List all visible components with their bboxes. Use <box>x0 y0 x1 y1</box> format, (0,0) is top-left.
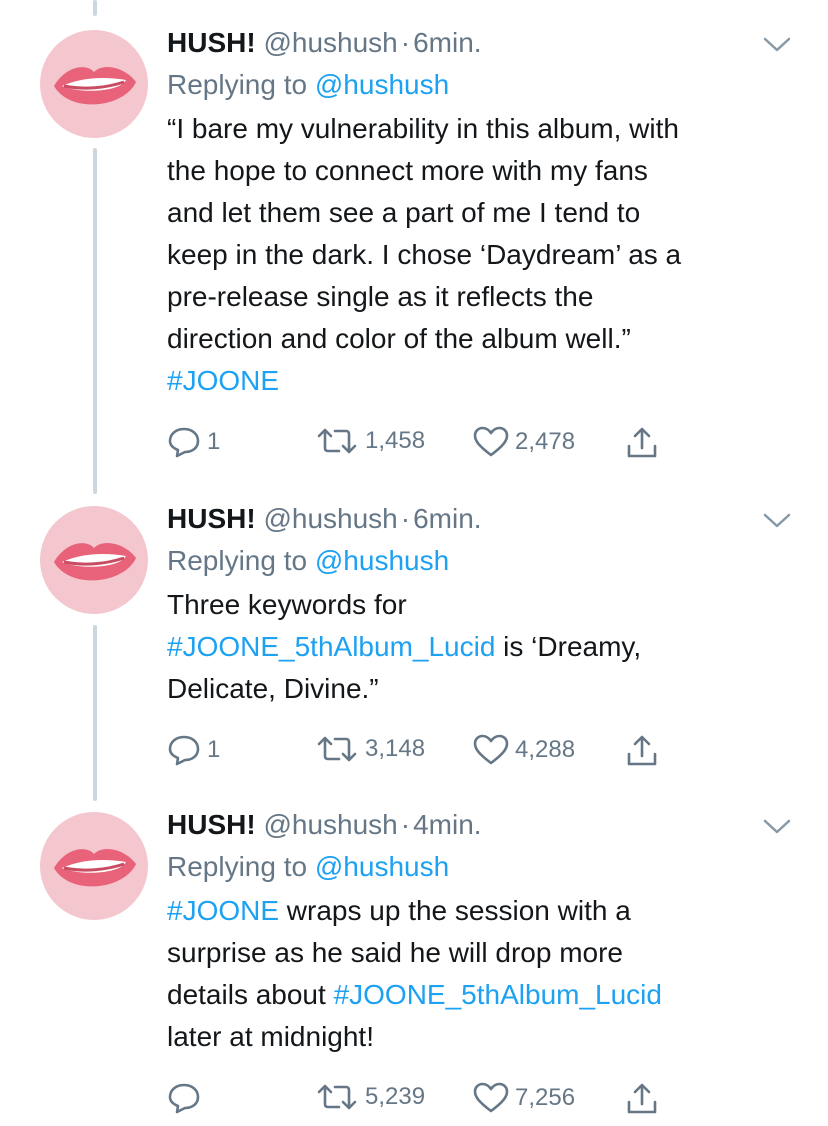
like-count: 4,288 <box>515 736 576 763</box>
tweet-text: #JOONE wraps up the session with a surpr… <box>167 890 787 1058</box>
replying-to: Replying to @hushush <box>167 850 787 884</box>
reply-icon <box>168 427 200 458</box>
hashtag-link[interactable]: #JOONE_5thAlbum_Lucid <box>167 631 495 662</box>
reply-mention-link[interactable]: @hushush <box>315 69 449 100</box>
avatar[interactable] <box>40 812 148 920</box>
separator-dot: · <box>400 27 411 58</box>
reply-button[interactable]: 1 <box>167 426 220 458</box>
lips-avatar-icon <box>40 812 148 920</box>
tweet-text: Three keywords for #JOONE_5thAlbum_Lucid… <box>167 584 787 710</box>
lips-avatar-icon <box>40 506 148 614</box>
tweet-text-line: keep in the dark. I chose ‘Daydream’ as … <box>167 239 682 270</box>
chevron-down-icon[interactable] <box>762 818 792 836</box>
reply-mention-link[interactable]: @hushush <box>315 545 449 576</box>
like-count: 2,478 <box>515 428 576 455</box>
thread-line <box>93 0 97 16</box>
tweet-text-line: direction and color of the album well.” <box>167 323 631 354</box>
tweet-text-line: later at midnight! <box>167 1021 374 1052</box>
share-icon <box>627 427 657 458</box>
tweet[interactable]: HUSH! @hushush · 6min. Replying to @hushus… <box>0 26 828 486</box>
tweet-actions: 1 3,148 4,288 <box>167 734 687 768</box>
author-name[interactable]: HUSH! <box>167 27 256 58</box>
heart-icon <box>473 1082 509 1113</box>
retweet-count: 3,148 <box>365 735 426 762</box>
like-button[interactable]: 2,478 <box>473 426 575 458</box>
lips-avatar-icon <box>40 30 148 138</box>
author-handle[interactable]: @hushush <box>263 503 397 534</box>
tweet-header: HUSH! @hushush · 4min. <box>167 808 787 842</box>
retweet-button[interactable]: 3,148 <box>315 734 425 764</box>
tweet-text-fragment: is ‘Dreamy, <box>495 631 642 662</box>
retweet-button[interactable]: 5,239 <box>315 1082 425 1112</box>
tweet-text: “I bare my vulnerability in this album, … <box>167 108 787 402</box>
like-button[interactable]: 4,288 <box>473 734 575 766</box>
tweet-time[interactable]: 4min. <box>413 809 481 840</box>
tweet[interactable]: HUSH! @hushush · 6min. Replying to @hushus… <box>0 502 828 792</box>
separator-dot: · <box>400 503 411 534</box>
hashtag-link[interactable]: #JOONE_5thAlbum_Lucid <box>334 979 662 1010</box>
reply-button[interactable] <box>167 1082 201 1114</box>
tweet-text-fragment: details about <box>167 979 334 1010</box>
tweet-text-line: surprise as he said he will drop more <box>167 937 623 968</box>
tweet-actions: 1 1,458 2,478 <box>167 426 687 460</box>
reply-count: 1 <box>207 428 221 455</box>
heart-icon <box>473 426 509 457</box>
author-handle[interactable]: @hushush <box>263 27 397 58</box>
tweet-time[interactable]: 6min. <box>413 27 481 58</box>
share-button[interactable] <box>625 426 659 460</box>
tweet-header: HUSH! @hushush · 6min. <box>167 502 787 536</box>
retweet-count: 1,458 <box>365 427 426 454</box>
share-button[interactable] <box>625 734 659 768</box>
hashtag-link[interactable]: #JOONE <box>167 365 279 396</box>
retweet-icon <box>317 428 357 454</box>
like-count: 7,256 <box>515 1084 576 1111</box>
tweet-time[interactable]: 6min. <box>413 503 481 534</box>
share-icon <box>627 735 657 766</box>
reply-button[interactable]: 1 <box>167 734 220 766</box>
chevron-down-icon[interactable] <box>762 512 792 530</box>
replying-to: Replying to @hushush <box>167 68 787 102</box>
hashtag-link[interactable]: #JOONE <box>167 895 279 926</box>
reply-icon <box>168 1083 200 1114</box>
tweet-text-line: “I bare my vulnerability in this album, … <box>167 113 679 144</box>
tweet-text-line: and let them see a part of me I tend to <box>167 197 641 228</box>
reply-icon <box>168 735 200 766</box>
share-button[interactable] <box>625 1082 659 1116</box>
tweet[interactable]: HUSH! @hushush · 4min. Replying to @hushus… <box>0 808 828 1118</box>
share-icon <box>627 1083 657 1114</box>
replying-prefix: Replying to <box>167 69 308 100</box>
replying-prefix: Replying to <box>167 851 308 882</box>
author-name[interactable]: HUSH! <box>167 809 256 840</box>
tweet-text-line: the hope to connect more with my fans <box>167 155 648 186</box>
retweet-icon <box>317 736 357 762</box>
author-name[interactable]: HUSH! <box>167 503 256 534</box>
tweet-text-line: Delicate, Divine.” <box>167 673 379 704</box>
author-handle[interactable]: @hushush <box>263 809 397 840</box>
chevron-down-icon[interactable] <box>762 36 792 54</box>
avatar[interactable] <box>40 506 148 614</box>
heart-icon <box>473 734 509 765</box>
tweet-actions: 5,239 7,256 <box>167 1082 687 1116</box>
retweet-count: 5,239 <box>365 1083 426 1110</box>
reply-mention-link[interactable]: @hushush <box>315 851 449 882</box>
tweet-text-line: Three keywords for <box>167 589 407 620</box>
retweet-button[interactable]: 1,458 <box>315 426 425 456</box>
separator-dot: · <box>400 809 411 840</box>
retweet-icon <box>317 1084 357 1110</box>
avatar[interactable] <box>40 30 148 138</box>
like-button[interactable]: 7,256 <box>473 1082 575 1114</box>
tweet-text-line: pre-release single as it reflects the <box>167 281 594 312</box>
tweet-header: HUSH! @hushush · 6min. <box>167 26 787 60</box>
tweet-text-fragment: wraps up the session with a <box>279 895 631 926</box>
reply-count: 1 <box>207 736 221 763</box>
replying-to: Replying to @hushush <box>167 544 787 578</box>
replying-prefix: Replying to <box>167 545 308 576</box>
